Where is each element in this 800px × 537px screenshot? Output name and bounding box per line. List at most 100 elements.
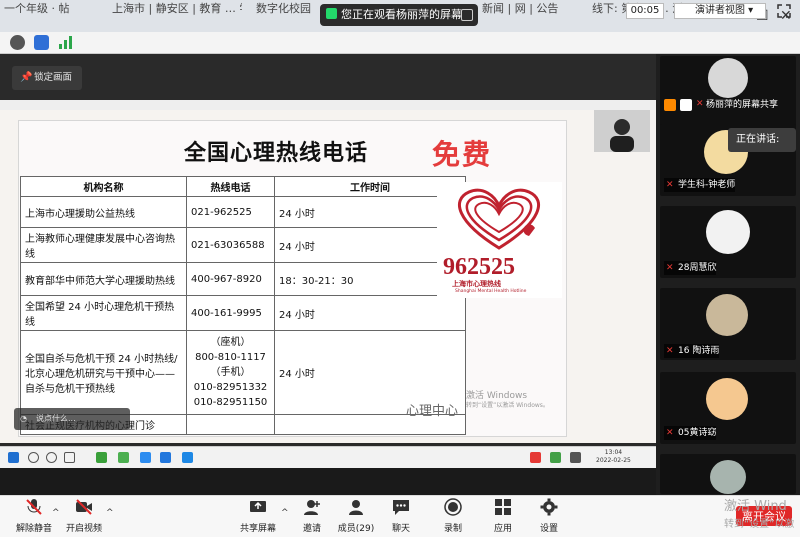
- app-icon: [182, 452, 193, 463]
- cell-phone: 400-161-9995: [186, 295, 275, 331]
- header-name: 机构名称: [20, 176, 187, 197]
- screen-share-banner[interactable]: 您正在观看杨丽萍的屏幕: [320, 4, 478, 26]
- search-icon: [28, 452, 39, 463]
- cell-phone: 400-967-8920: [186, 262, 275, 296]
- logo-number: 962525: [443, 254, 515, 280]
- zoom-icon: [160, 452, 171, 463]
- record-button[interactable]: 录制: [440, 498, 466, 534]
- presenter-camera-thumbnail: [594, 110, 650, 152]
- chat-icon: [393, 500, 409, 515]
- meeting-info-bar: [0, 32, 800, 54]
- fullscreen-icon[interactable]: [776, 3, 792, 19]
- share-banner-text: 您正在观看杨丽萍的屏幕: [341, 8, 462, 21]
- participant-tile[interactable]: [660, 454, 796, 494]
- participant-tile[interactable]: 05黄诗窈 ✕: [660, 372, 796, 444]
- browser-tab[interactable]: 数字化校园: [256, 0, 316, 32]
- active-speaker-label: 正在讲话:: [728, 128, 796, 152]
- unmute-label: 解除静音: [15, 524, 52, 534]
- signal-icon[interactable]: [58, 35, 73, 50]
- share-indicator-icon: [326, 8, 337, 19]
- members-icon: [349, 500, 363, 515]
- settings-label: 设置: [539, 524, 558, 534]
- gear-icon: [540, 498, 558, 516]
- slide-free-label: 免费: [432, 138, 493, 171]
- table-row: 上海教师心理健康发展中心咨询热线 021-63036588 24 小时: [20, 227, 466, 263]
- apps-icon: [495, 499, 511, 515]
- members-button[interactable]: 成员(29): [336, 498, 376, 534]
- clock-time: 13:04: [604, 449, 623, 456]
- pin-icon: 📌: [20, 72, 33, 83]
- comment-placeholder: 说点什么...: [36, 414, 76, 423]
- muted-mic-icon: ✕: [666, 346, 674, 356]
- table-row: 全国自杀与危机干预 24 小时热线/北京心理危机研究与干预中心——自杀与危机干预…: [20, 330, 466, 415]
- browser-tab[interactable]: 新闻 | 网 | 公告 | 新 …: [482, 0, 562, 32]
- tray-icon: [530, 452, 541, 463]
- phone-line: （座机）: [210, 337, 251, 348]
- header-phone: 热线电话: [186, 176, 275, 197]
- avatar: [706, 378, 748, 420]
- phone-line: （手机）: [210, 367, 251, 378]
- task-view-icon: [64, 452, 75, 463]
- share-screen-icon: [250, 501, 266, 512]
- chevron-up-icon[interactable]: ^: [106, 508, 114, 518]
- tray-icon: [570, 452, 581, 463]
- invite-button[interactable]: 邀请: [296, 498, 328, 534]
- participant-name: 学生科-钟老师: [664, 178, 736, 192]
- cell-phone: （座机） 800-810-1117 （手机） 010-82951332 010-…: [186, 330, 275, 415]
- cell-name: 全国自杀与危机干预 24 小时热线/北京心理危机研究与干预中心——自杀与危机干预…: [20, 330, 187, 415]
- chat-label: 聊天: [391, 524, 410, 534]
- heart-logo-icon: [458, 188, 540, 250]
- shield-icon[interactable]: [34, 35, 49, 50]
- invite-label: 邀请: [302, 524, 321, 534]
- person-icon: [664, 99, 676, 111]
- chevron-up-icon[interactable]: ^: [281, 508, 289, 518]
- clock-date: 2022-02-25: [596, 457, 631, 464]
- record-icon: [444, 498, 462, 516]
- participant-tile[interactable]: 杨丽萍的屏幕共享 ✕: [660, 56, 796, 128]
- app-icon: [140, 452, 151, 463]
- muted-mic-icon: ✕: [666, 428, 674, 438]
- speaker-view-button[interactable]: 演讲者视图 ▾: [674, 3, 766, 19]
- meeting-timer: 00:05: [626, 3, 664, 19]
- share-screen-button[interactable]: 共享屏幕: [236, 498, 280, 534]
- slide-title: 全国心理热线电话: [184, 141, 369, 166]
- cell-name: 上海教师心理健康发展中心咨询热线: [20, 227, 187, 263]
- cell-phone: 021-63036588: [186, 227, 275, 263]
- info-icon[interactable]: [10, 35, 25, 50]
- chat-button[interactable]: 聊天: [388, 498, 414, 534]
- screen-share-icon: [680, 99, 692, 111]
- comment-input[interactable]: ◔ 说点什么...: [14, 408, 130, 430]
- cell-phone: 021-962525: [186, 196, 275, 228]
- start-video-button[interactable]: 开启视频: [62, 498, 106, 534]
- cell-name: 上海市心理援助公益热线: [20, 196, 187, 228]
- members-label: 成员(29): [337, 524, 375, 534]
- view-options-icon[interactable]: [461, 9, 473, 21]
- table-row: 教育部华中师范大学心理援助热线 400-967-8920 18：30-21：30: [20, 262, 466, 296]
- muted-mic-icon: ✕: [666, 180, 674, 190]
- cortana-icon: [46, 452, 57, 463]
- shared-window-titlebar: [0, 100, 656, 110]
- browser-tab[interactable]: 上海市 | 静安区 | 教育 … 学校: [112, 0, 242, 32]
- chevron-up-icon[interactable]: ^: [52, 508, 60, 518]
- settings-button[interactable]: 设置: [536, 498, 562, 534]
- apps-label: 应用: [493, 524, 512, 534]
- avatar: [710, 460, 746, 494]
- cell-phone: [186, 414, 275, 435]
- participant-tile[interactable]: 28周慧欣 ✕: [660, 206, 796, 278]
- lock-label: 锁定画面: [34, 72, 73, 83]
- table-header-row: 机构名称 热线电话 工作时间: [20, 176, 466, 197]
- comment-icon: ◔: [20, 414, 27, 423]
- cell-name: 全国希望 24 小时心理危机干预热线: [20, 295, 187, 331]
- muted-mic-icon: ✕: [696, 99, 704, 109]
- lock-screen-button[interactable]: 📌 锁定画面: [12, 66, 82, 90]
- participant-tile[interactable]: 16 陶诗雨 ✕: [660, 288, 796, 360]
- browser-tab[interactable]: 一个年级 · 帖: [4, 0, 94, 32]
- windows-activation-watermark: 激活 Wind: [724, 499, 787, 514]
- table-row: 上海市心理援助公益热线 021-962525 24 小时: [20, 196, 466, 228]
- windows-start-icon: [8, 452, 19, 463]
- shared-taskbar: [0, 446, 656, 468]
- apps-button[interactable]: 应用: [490, 498, 516, 534]
- video-off-icon: [76, 499, 92, 515]
- inner-clock: 13:04 2022-02-25: [596, 449, 631, 465]
- view-label: 演讲者视图: [695, 5, 745, 16]
